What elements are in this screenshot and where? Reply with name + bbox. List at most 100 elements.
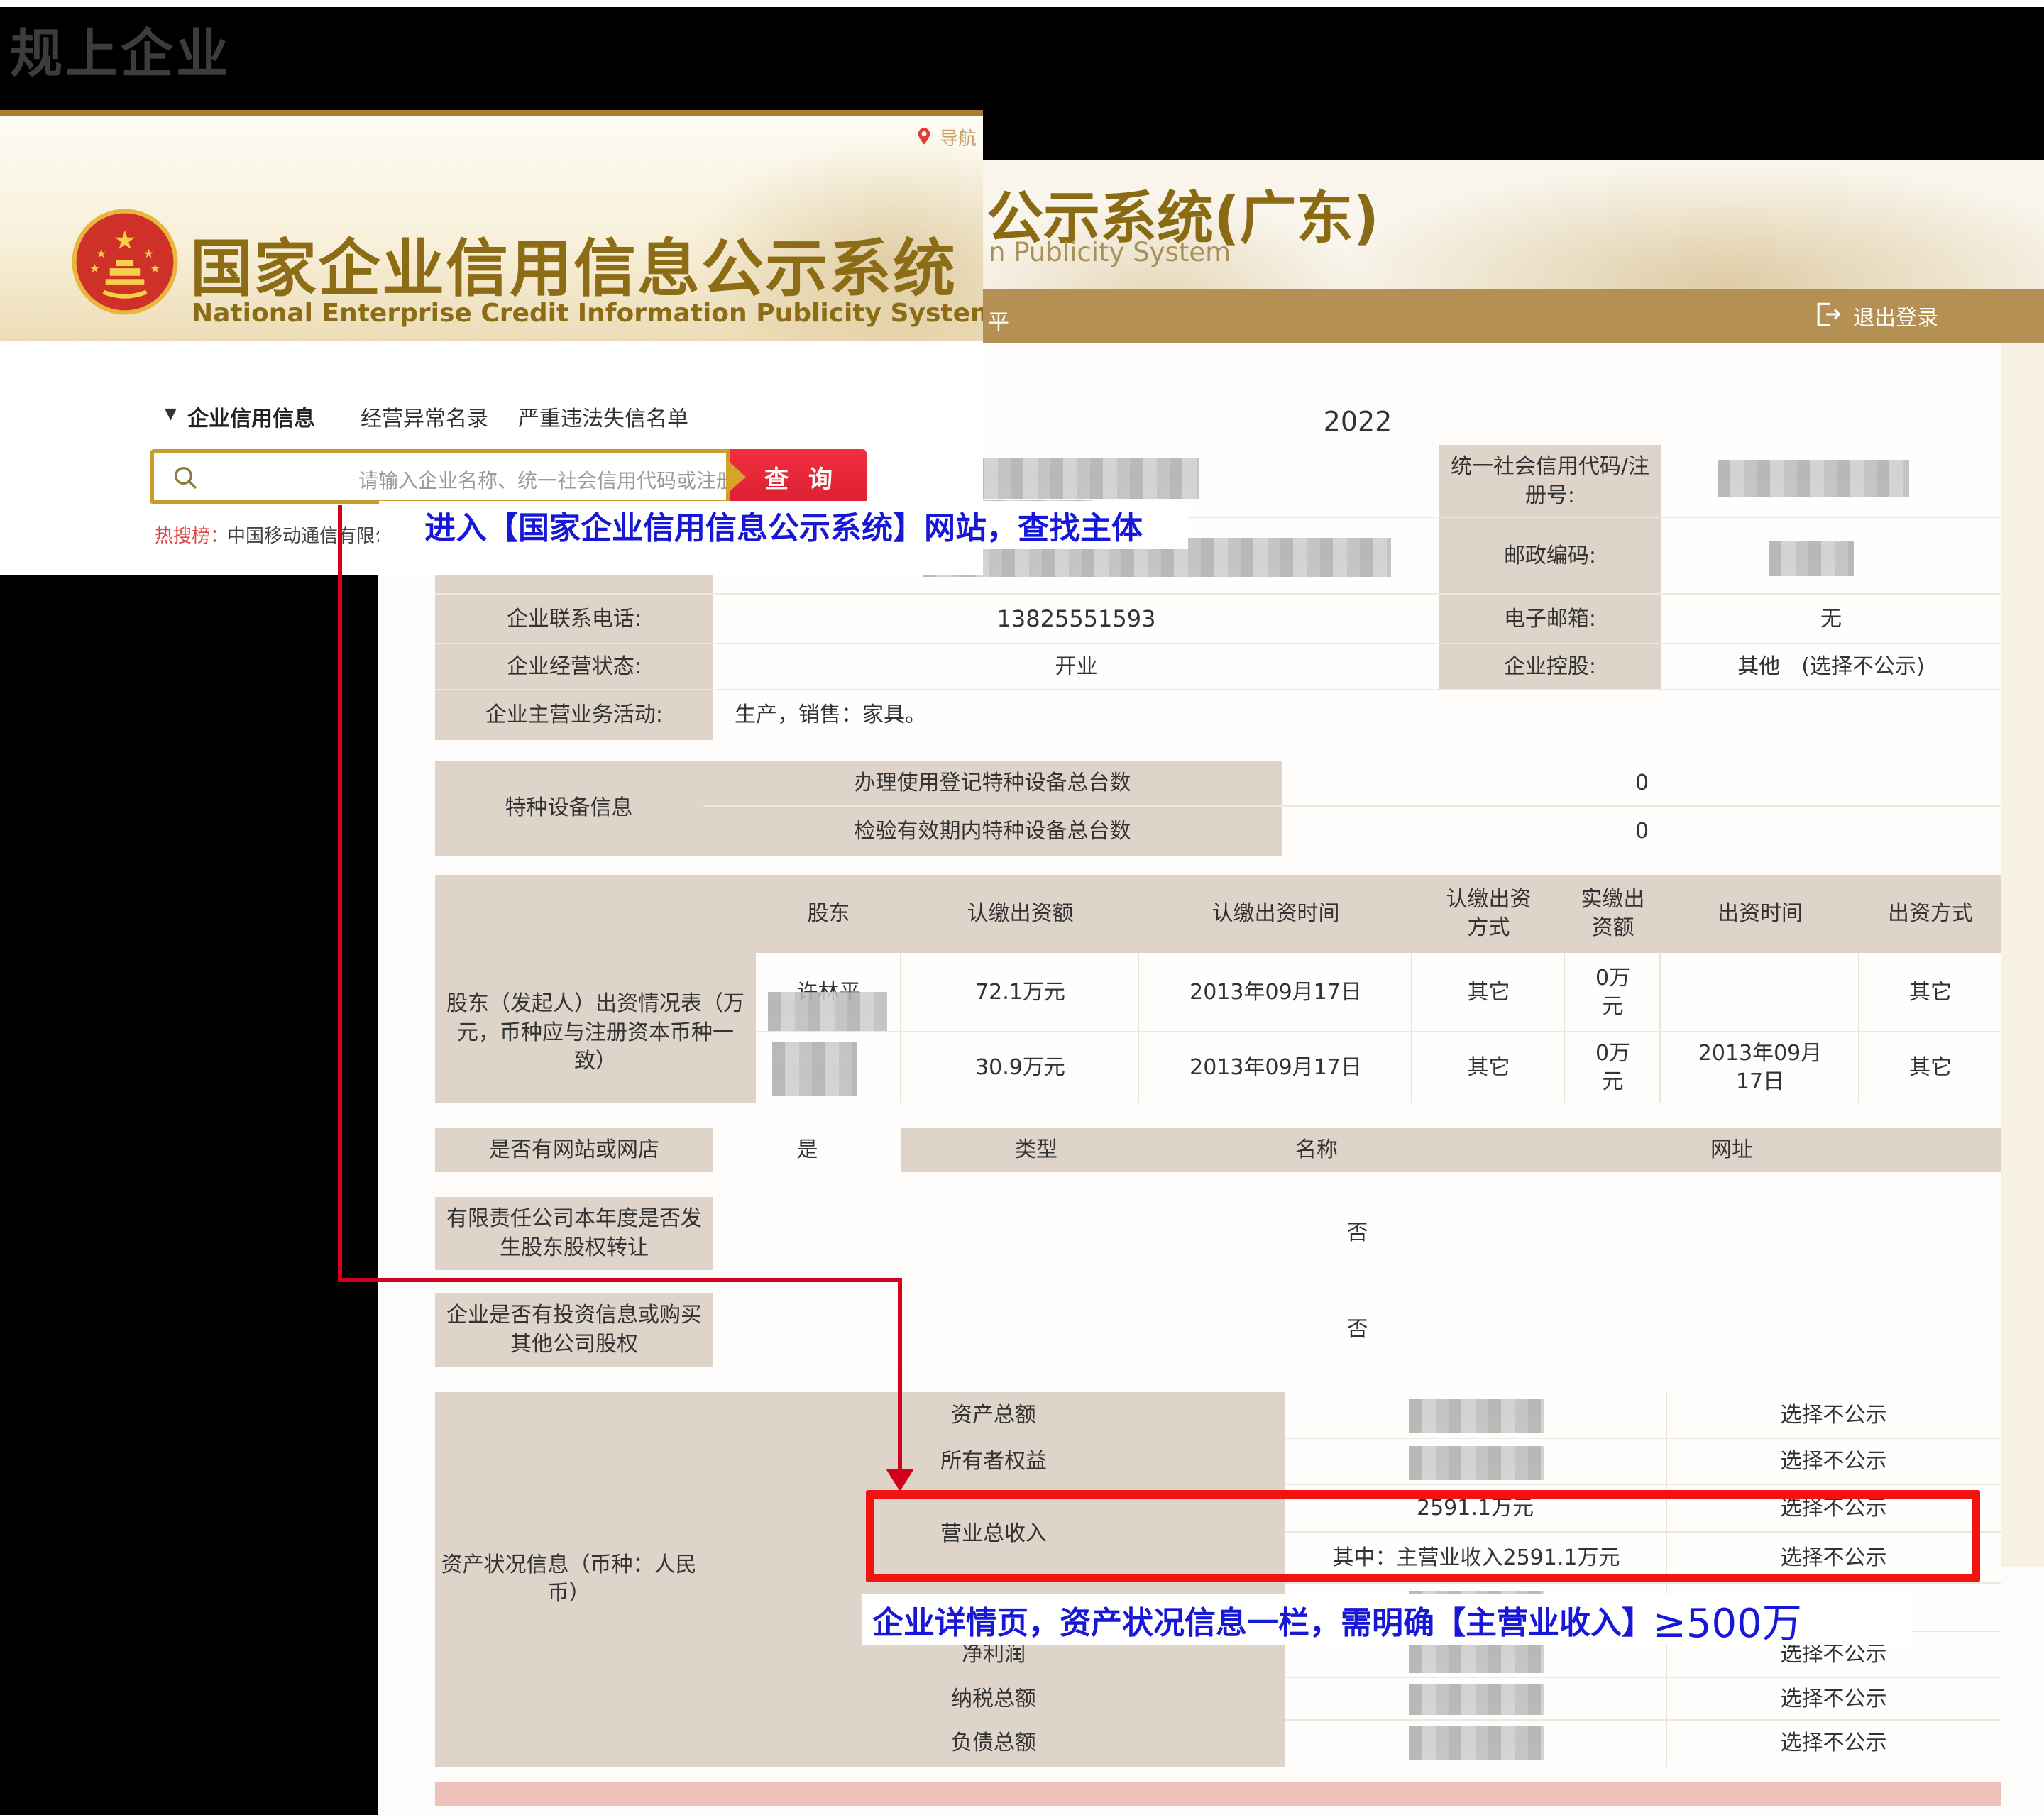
slide-corner-label: 规上企业 [10, 11, 231, 87]
arrow-segment [338, 1278, 902, 1282]
section-label-assets: 资产状况信息（币种：人民币） [435, 1392, 703, 1767]
col-header: 出资时间 [1661, 875, 1859, 953]
svg-text:★: ★ [143, 246, 154, 260]
website-answer: 是 [713, 1128, 901, 1172]
publish-choice: 选择不公示 [1666, 1678, 2001, 1721]
home-title-en: National Enterprise Credit Information P… [192, 299, 983, 328]
redacted-asset-value [1409, 1726, 1544, 1760]
cell-label: 统一社会信用代码/注册号: [1439, 445, 1661, 518]
highlight-box-revenue [866, 1490, 1980, 1582]
annotation-threshold: ≥500万 [1653, 1591, 1802, 1649]
location-pin-icon [914, 126, 934, 149]
cell-label: 是否有网站或网店 [435, 1128, 713, 1172]
publish-choice: 选择不公示 [1666, 1439, 2001, 1485]
svg-text:★: ★ [89, 261, 100, 275]
gold-chevron-icon [726, 459, 746, 495]
annotation-note-1: 进入【国家企业信用信息公示系统】网站，查找主体 [379, 501, 1188, 549]
cell-label: 企业主营业务活动: [435, 690, 713, 740]
phone-value: 13825551593 [713, 595, 1439, 644]
hot-search-label: 热搜榜： [155, 522, 229, 548]
col-header: 实缴出资额 [1565, 875, 1661, 953]
gd-page-subtitle: n Publicity System [989, 237, 1231, 267]
redacted-asset-value [1409, 1399, 1544, 1433]
asset-row-label: 纳税总额 [703, 1678, 1285, 1721]
publish-choice: 选择不公示 [1666, 1721, 2001, 1767]
email-value: 无 [1661, 595, 2001, 644]
publish-choice: 选择不公示 [1666, 1392, 2001, 1439]
home-title-cn: 国家企业信用信息公示系统 [190, 219, 957, 309]
slide-canvas: 规上企业 公示系统(广东) n Publicity System 平 退出登录 … [0, 0, 2044, 1815]
arrow-head [886, 1469, 914, 1491]
cell-label: 有限责任公司本年度是否发生股东股权转让 [435, 1197, 713, 1270]
nav-link-label: 导航 [940, 124, 977, 150]
svg-text:★: ★ [114, 225, 137, 255]
business-activity-value: 生产，销售：家具。 [713, 690, 2001, 740]
cell-value: 其它 [1412, 1032, 1565, 1103]
col-header: 出资方式 [1859, 875, 2001, 953]
redacted-asset-value [1409, 1684, 1544, 1715]
annotation-note-2: 企业详情页，资产状况信息一栏，需明确【主营业收入】≥500万 [862, 1594, 1911, 1645]
cell-label: 企业控股: [1439, 644, 1661, 690]
cutoff-highlight-row [435, 1782, 2001, 1806]
redacted-postcode [1769, 541, 1854, 576]
col-header: 网址 [1462, 1128, 2001, 1172]
redacted-shareholder [772, 1042, 857, 1096]
cell-value: 2013年09月17日 [1139, 953, 1412, 1032]
cell-value: 其它 [1859, 1032, 2001, 1103]
svg-text:★: ★ [96, 246, 106, 260]
redacted-credit-code [1718, 460, 1909, 497]
report-year: 2022 [1287, 406, 1429, 437]
col-header: 名称 [1171, 1128, 1462, 1172]
redacted-asset-value [1409, 1446, 1544, 1480]
arrow-segment [898, 1278, 902, 1471]
search-button[interactable]: 查询 [730, 449, 867, 504]
cell-value: 其它 [1859, 953, 2001, 1032]
asset-row-label: 所有者权益 [703, 1439, 1285, 1485]
mountain-art [1336, 167, 2044, 289]
username-fragment: 平 [988, 304, 1009, 336]
col-header: 类型 [901, 1128, 1171, 1172]
cell-value: 0万元 [1565, 1032, 1661, 1103]
cell-value [1661, 953, 1859, 1032]
tab-abnormal-list[interactable]: 经营异常名录 [361, 401, 488, 432]
transfer-answer: 否 [713, 1197, 2001, 1270]
top-strip [0, 0, 2044, 7]
holding-value: 其他 (选择不公示) [1661, 644, 2001, 690]
nav-link[interactable]: 导航 [914, 124, 977, 150]
chevron-down-icon: ▼ [165, 405, 177, 423]
home-header: 导航 ★ ★ ★ ★ ★ 国家企业信用信息公示系统 [0, 116, 983, 341]
cell-value: 0万元 [1565, 953, 1661, 1032]
cell-label: 电子邮箱: [1439, 595, 1661, 644]
col-header: 认缴出资时间 [1139, 875, 1412, 953]
asset-row-label: 负债总额 [703, 1721, 1285, 1767]
col-header: 股东 [756, 875, 901, 953]
section-label-equipment: 特种设备信息 [435, 761, 703, 856]
asset-row-label: 资产总额 [703, 1392, 1285, 1439]
tab-violation-list[interactable]: 严重违法失信名单 [518, 401, 688, 432]
cell-label: 企业是否有投资信息或购买其他公司股权 [435, 1293, 713, 1367]
redacted-shareholder [768, 992, 887, 1032]
national-emblem: ★ ★ ★ ★ ★ [71, 208, 179, 319]
arrow-segment [338, 505, 342, 1282]
section-label-shareholders: 股东（发起人）出资情况表（万元，币种应与注册资本币种一致） [435, 875, 756, 1103]
tab-credit-info[interactable]: 企业信用信息 [187, 401, 315, 432]
cell-value: 其它 [1412, 953, 1565, 1032]
cell-value: 30.9万元 [901, 1032, 1139, 1103]
col-header: 认缴出资方式 [1412, 875, 1565, 953]
cell-value: 0 [1282, 761, 2001, 807]
logout-label: 退出登录 [1853, 300, 1938, 331]
redacted-company-name [971, 458, 1199, 499]
status-value: 开业 [713, 644, 1439, 690]
search-box [150, 449, 730, 504]
logout-icon [1812, 299, 1843, 333]
cell-label: 企业联系电话: [435, 595, 713, 644]
cell-label: 检验有效期内特种设备总台数 [703, 807, 1282, 856]
search-button-label: 查询 [744, 460, 852, 495]
cell-value: 2013年09月17日 [1139, 1032, 1412, 1103]
cell-value: 72.1万元 [901, 953, 1139, 1032]
logout-button[interactable]: 退出登录 [1812, 299, 1938, 333]
cell-value: 2013年09月17日 [1661, 1032, 1859, 1103]
cell-label: 办理使用登记特种设备总台数 [703, 761, 1282, 807]
investment-answer: 否 [713, 1293, 2001, 1367]
cell-label: 邮政编码: [1439, 518, 1661, 595]
